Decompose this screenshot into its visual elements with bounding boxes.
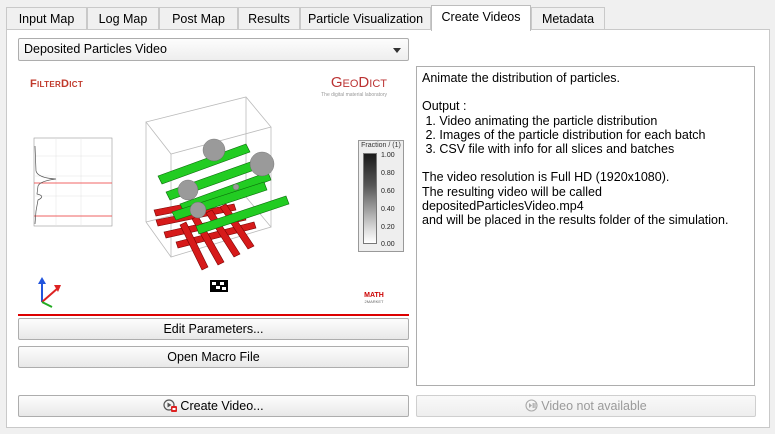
tab-post-map[interactable]: Post Map — [159, 7, 238, 30]
particle-deposition-3d-view — [145, 96, 290, 292]
description-line — [422, 156, 749, 170]
fraction-legend: Fraction / (1) 1.00 0.80 0.60 0.40 0.20 … — [358, 140, 404, 252]
legend-tick: 0.60 — [381, 188, 395, 195]
video-not-available-button[interactable]: Video not available — [416, 395, 756, 417]
legend-tick: 0.40 — [381, 206, 395, 213]
legend-gradient — [363, 153, 377, 244]
description-line: Animate the distribution of particles. — [422, 71, 621, 85]
legend-tick: 1.00 — [381, 152, 395, 159]
description-line: depositedParticlesVideo.mp4 — [422, 199, 584, 214]
description-line: Output : — [422, 99, 467, 114]
create-video-button[interactable]: Create Video... — [18, 395, 409, 417]
video-not-available-label: Video not available — [541, 399, 647, 413]
video-description-textbox[interactable]: Animate the distribution of particles. O… — [416, 66, 755, 386]
math2market-logo: MATH 2MARKET — [363, 292, 385, 306]
legend-title: Fraction / (1) — [361, 142, 401, 149]
math2market-logo-sub: 2MARKET — [364, 299, 384, 304]
chevron-down-icon — [393, 48, 401, 53]
tab-log-map[interactable]: Log Map — [87, 7, 159, 30]
description-line — [422, 85, 749, 99]
video-type-selected: Deposited Particles Video — [24, 42, 167, 56]
scale-marker — [210, 280, 228, 292]
open-macro-file-button[interactable]: Open Macro File — [18, 346, 409, 368]
create-video-label: Create Video... — [180, 399, 264, 413]
geodict-logo: GeoDict — [330, 74, 387, 91]
tab-create-videos[interactable]: Create Videos — [431, 5, 531, 31]
concentration-plot — [33, 137, 113, 227]
description-line: The resulting video will be called — [422, 184, 602, 199]
description-line: and will be placed in the results folder… — [422, 213, 729, 228]
legend-tick: 0.20 — [381, 224, 395, 231]
video-type-dropdown[interactable]: Deposited Particles Video — [18, 38, 409, 61]
filterdict-logo: FilterDict — [30, 78, 84, 90]
video-preview-image: FilterDict GeoDict The digital material … — [18, 66, 409, 318]
footer-line — [18, 314, 409, 316]
legend-tick: 0.00 — [381, 241, 395, 248]
tab-results[interactable]: Results — [238, 7, 300, 30]
tab-input-map[interactable]: Input Map — [6, 7, 87, 30]
math2market-logo-text: MATH — [364, 292, 384, 299]
description-line: 1. Video animating the particle distribu… — [422, 113, 658, 128]
description-line: The video resolution is Full HD (1920x10… — [422, 170, 670, 185]
description-line: 3. CSV file with info for all slices and… — [422, 142, 675, 157]
axes-triad-icon — [38, 277, 61, 308]
tab-metadata[interactable]: Metadata — [531, 7, 605, 30]
tab-particle-visualization[interactable]: Particle Visualization — [300, 7, 431, 30]
description-line: 2. Images of the particle distribution f… — [422, 127, 706, 142]
create-video-icon — [163, 399, 178, 412]
legend-tick: 0.80 — [381, 170, 395, 177]
edit-parameters-button[interactable]: Edit Parameters... — [18, 318, 409, 340]
tab-bar: Input Map Log Map Post Map Results Parti… — [6, 5, 770, 31]
play-pause-icon — [525, 399, 538, 412]
